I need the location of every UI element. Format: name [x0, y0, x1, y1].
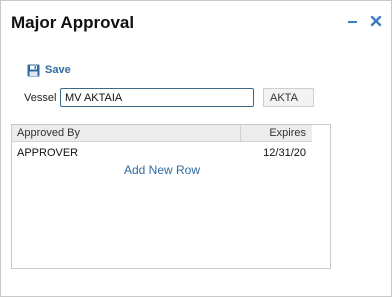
save-label: Save	[45, 64, 71, 76]
grid-header: Approved By Expires	[12, 125, 312, 142]
cell-approved-by[interactable]: APPROVER	[17, 147, 78, 159]
add-new-row-link[interactable]: Add New Row	[12, 163, 312, 177]
column-header-approved-by[interactable]: Approved By	[12, 125, 241, 142]
approvals-grid: Approved By Expires APPROVER 12/31/20 Ad…	[11, 124, 331, 269]
close-icon	[370, 15, 382, 27]
minimize-icon	[348, 21, 357, 23]
vessel-input[interactable]	[60, 88, 254, 107]
vessel-code-field: AKTA	[263, 88, 314, 107]
save-button[interactable]: Save	[27, 62, 71, 78]
column-header-expires[interactable]: Expires	[241, 125, 312, 142]
save-icon	[27, 64, 40, 76]
close-button[interactable]	[369, 14, 383, 28]
minimize-button[interactable]	[346, 14, 360, 28]
cell-expires[interactable]: 12/31/20	[263, 147, 306, 159]
dialog-title: Major Approval	[11, 13, 135, 32]
dialog-window: Major Approval Save Vessel AKTA Approved…	[0, 0, 392, 297]
vessel-label: Vessel	[24, 92, 57, 104]
table-row[interactable]: APPROVER 12/31/20	[12, 144, 312, 161]
